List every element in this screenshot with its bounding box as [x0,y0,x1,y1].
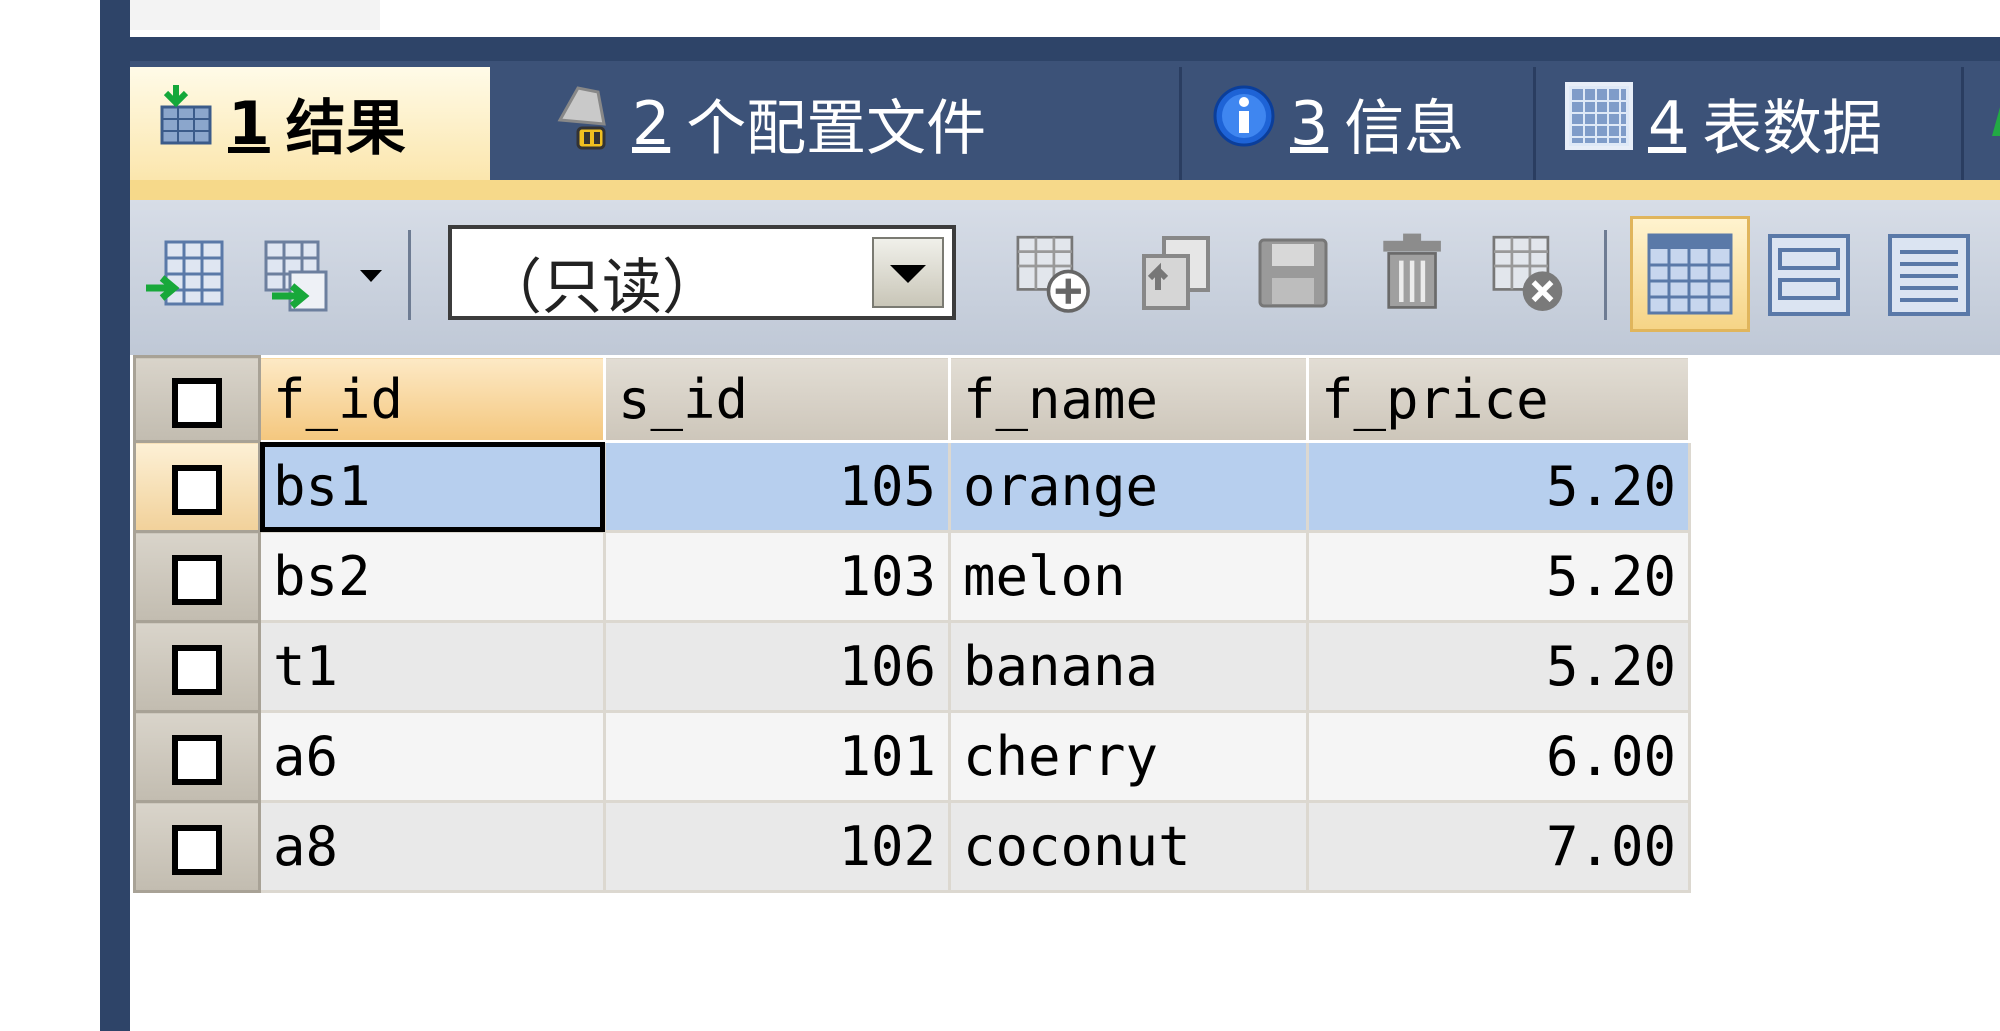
cell-s_id[interactable]: 105 [603,440,951,533]
table-data-icon [1564,81,1634,166]
select-all-checkbox-cell[interactable] [133,355,261,443]
profile-icon [548,80,618,167]
cell-f_id[interactable]: bs2 [258,530,606,623]
window-left-border [100,0,130,1031]
row-checkbox[interactable] [172,735,222,786]
tab-info[interactable]: 3 信息 [1182,67,1536,180]
form-view-icon[interactable] [1764,230,1854,320]
delete-trash-icon[interactable] [1368,230,1458,320]
result-tab-bar: 1 结果 2 个配置文件 3 信息 4 表数据 [130,37,2000,200]
result-toolbar [130,200,2000,355]
row-checkbox[interactable] [172,465,222,516]
row-checkbox[interactable] [172,645,222,696]
column-header-f_name[interactable]: f_name [948,355,1309,443]
active-tab-underline [130,180,2000,200]
cell-f_price[interactable]: 5.20 [1306,530,1691,623]
tab-bar-stripe [130,37,2000,61]
text-view-icon[interactable] [1884,230,1974,320]
edit-mode-select-value: （只读） [482,253,722,323]
duplicate-row-icon[interactable] [1128,230,1218,320]
cell-f_id[interactable]: t1 [258,620,606,713]
cell-s_id[interactable]: 102 [603,800,951,893]
grid-view-button[interactable] [1630,216,1750,332]
tab-profiles[interactable]: 2 个配置文件 [520,67,1182,180]
tab-info-label: 信息 [1344,94,1465,164]
export-rows-icon[interactable] [260,230,350,320]
row-checkbox-cell[interactable] [133,440,261,533]
tab-table-data[interactable]: 4 表数据 [1536,67,1964,180]
info-icon [1212,84,1276,163]
table-row[interactable]: bs1 105 orange 5.20 [133,440,1691,533]
row-checkbox[interactable] [172,555,222,606]
add-row-icon[interactable] [1008,230,1098,320]
row-checkbox-cell[interactable] [133,710,261,803]
result-grid-icon [154,85,214,162]
table-row[interactable]: a6 101 cherry 6.00 [133,710,1691,803]
cell-f_price[interactable]: 5.20 [1306,620,1691,713]
cell-f_name[interactable]: melon [948,530,1309,623]
export-dropdown-chevron-icon[interactable] [356,230,386,320]
import-rows-icon[interactable] [142,230,232,320]
row-checkbox-cell[interactable] [133,620,261,713]
grid-view-icon [1647,233,1733,315]
save-icon[interactable] [1250,230,1340,320]
tab-profiles-label: 个配置文件 [686,94,987,164]
tab-table-data-number: 4 [1648,88,1687,159]
tab-result-number: 1 [228,88,270,159]
chevron-down-icon [890,265,926,283]
tab-five[interactable]: 5 [1964,67,2000,180]
tab-result[interactable]: 1 结果 [130,67,490,180]
cell-f_name[interactable]: cherry [948,710,1309,803]
tab-profiles-number: 2 [632,88,671,159]
row-checkbox[interactable] [172,825,222,876]
top-strip [130,0,2000,37]
table-row[interactable]: t1 106 banana 5.20 [133,620,1691,713]
cell-f_price[interactable]: 6.00 [1306,710,1691,803]
result-grid: f_id s_id f_name f_price bs1 105 orange … [133,355,1691,893]
discard-changes-icon[interactable] [1484,230,1574,320]
toolbar-separator [1604,230,1607,320]
cell-s_id[interactable]: 106 [603,620,951,713]
cell-f_id[interactable]: a8 [258,800,606,893]
tab-table-data-label: 表数据 [1702,94,1883,164]
cell-f_name[interactable]: orange [948,440,1309,533]
cell-f_id[interactable]: bs1 [258,440,606,533]
grid-header-row: f_id s_id f_name f_price [133,355,1691,443]
cell-f_name[interactable]: coconut [948,800,1309,893]
splitter-grip[interactable] [130,0,380,30]
table-row[interactable]: bs2 103 melon 5.20 [133,530,1691,623]
column-header-s_id[interactable]: s_id [603,355,951,443]
cell-s_id[interactable]: 101 [603,710,951,803]
cell-s_id[interactable]: 103 [603,530,951,623]
row-checkbox-cell[interactable] [133,800,261,893]
tab-info-number: 3 [1290,88,1329,159]
row-checkbox-cell[interactable] [133,530,261,623]
edit-mode-select[interactable]: （只读） [448,225,956,323]
column-header-f_id[interactable]: f_id [258,355,606,443]
cell-f_name[interactable]: banana [948,620,1309,713]
select-all-checkbox[interactable] [172,377,222,428]
cell-f_price[interactable]: 7.00 [1306,800,1691,893]
table-row[interactable]: a8 102 coconut 7.00 [133,800,1691,893]
shapes-icon [1988,86,2000,161]
toolbar-separator [408,230,411,320]
column-header-f_price[interactable]: f_price [1306,355,1691,443]
tab-result-label: 结果 [285,94,406,164]
edit-mode-dropdown-button[interactable] [872,237,944,308]
cell-f_id[interactable]: a6 [258,710,606,803]
cell-f_price[interactable]: 5.20 [1306,440,1691,533]
